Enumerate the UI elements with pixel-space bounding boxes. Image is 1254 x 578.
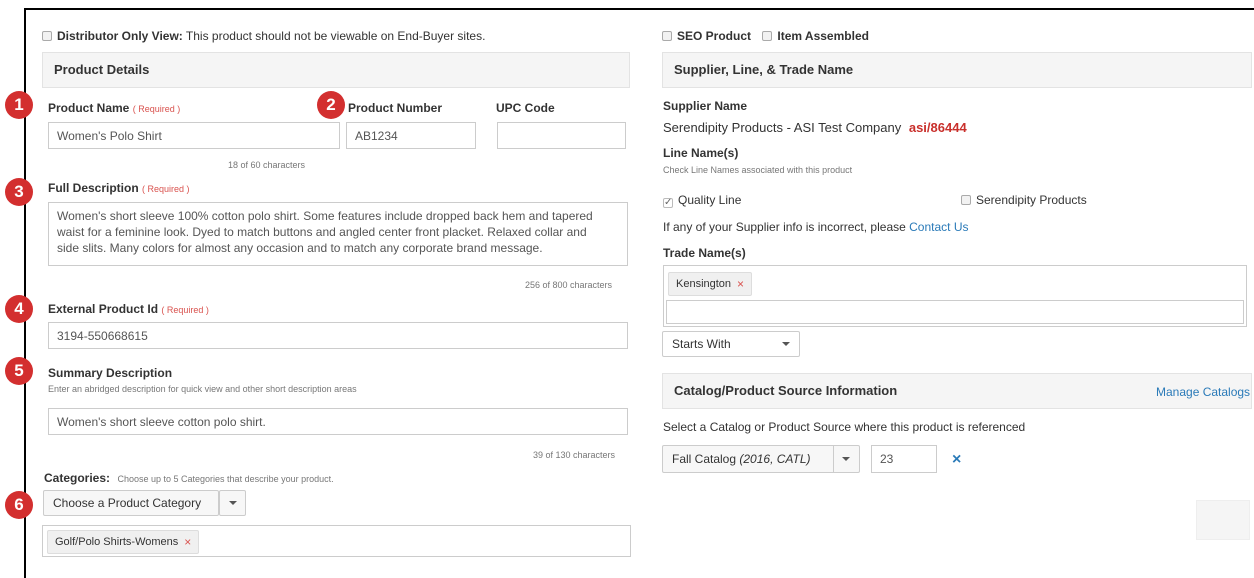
product-name-counter: 18 of 60 characters (228, 160, 306, 170)
product-details-header: Product Details (42, 52, 630, 88)
panel-corner-button[interactable] (1196, 500, 1250, 540)
choose-category-button[interactable]: Choose a Product Category (43, 490, 219, 516)
seo-row: SEO Product Item Assembled (662, 29, 869, 43)
incorrect-info-text: If any of your Supplier info is incorrec… (663, 220, 906, 234)
distributor-only-checkbox[interactable] (42, 31, 52, 41)
required-marker: ( Required ) (132, 104, 181, 114)
supplier-name-row: Serendipity Products - ASI Test Company … (663, 120, 967, 135)
catalog-select[interactable]: Fall Catalog (2016, CATL) (662, 445, 860, 473)
step-badge-2: 2 (317, 91, 345, 119)
line-names-label: Line Name(s) (663, 146, 739, 160)
upc-code-label: UPC Code (496, 101, 555, 115)
supplier-name-label: Supplier Name (663, 99, 748, 113)
category-tag: Golf/Polo Shirts-Womens × (47, 530, 200, 554)
full-description-line: waist for a feminine look. Dyed to match… (57, 225, 587, 239)
quality-line-label: Quality Line (678, 193, 742, 207)
product-name-input[interactable]: Women's Polo Shirt (48, 122, 340, 149)
step-badge-1: 1 (5, 91, 33, 119)
choose-category-dropdown-toggle[interactable] (219, 490, 246, 516)
item-assembled-label: Item Assembled (777, 29, 869, 43)
product-name-label: Product Name ( Required ) (48, 101, 180, 115)
incorrect-info-row: If any of your Supplier info is incorrec… (663, 220, 969, 234)
categories-hint: Choose up to 5 Categories that describe … (117, 474, 334, 484)
full-description-counter: 256 of 800 characters (525, 280, 613, 290)
external-product-id-label: External Product Id ( Required ) (48, 302, 209, 316)
distributor-only-label: Distributor Only View: (57, 29, 183, 43)
external-product-id-input[interactable]: 3194-550668615 (48, 322, 628, 349)
supplier-name: Serendipity Products - ASI Test Company (663, 120, 902, 135)
categories-label: Categories: (44, 471, 111, 485)
categories-label-row: Categories: Choose up to 5 Categories th… (44, 469, 334, 487)
line-names-hint: Check Line Names associated with this pr… (663, 165, 853, 175)
summary-description-label: Summary Description (48, 366, 173, 380)
categories-tag-box[interactable]: Golf/Polo Shirts-Womens × (42, 525, 631, 557)
seo-product-checkbox[interactable] (662, 31, 672, 41)
catalog-hint: Select a Catalog or Product Source where… (663, 420, 1026, 434)
product-number-label: Product Number (348, 101, 443, 115)
catalog-header-title: Catalog/Product Source Information (674, 383, 898, 398)
step-badge-6: 6 (5, 491, 33, 519)
line-quality-row[interactable]: ✓ Quality Line (663, 193, 741, 208)
full-description-label: Full Description ( Required ) (48, 181, 190, 195)
product-number-input[interactable]: AB1234 (346, 122, 476, 149)
required-marker: ( Required ) (142, 184, 190, 194)
chevron-down-icon (228, 501, 237, 505)
full-description-textarea[interactable]: Women's short sleeve 100% cotton polo sh… (48, 202, 628, 266)
trade-names-label: Trade Name(s) (663, 246, 746, 260)
chevron-down-icon (842, 457, 850, 461)
asi-number: asi/86444 (908, 120, 967, 135)
line-serendipity-row[interactable]: Serendipity Products (961, 193, 1087, 207)
summary-description-counter: 39 of 130 characters (533, 450, 616, 460)
seo-product-label: SEO Product (677, 29, 752, 43)
catalog-page-input[interactable]: 23 (871, 445, 937, 473)
full-description-line: Women's short sleeve 100% cotton polo sh… (57, 209, 593, 223)
contact-us-link[interactable]: Contact Us (909, 220, 968, 234)
remove-tag-icon[interactable]: × (737, 277, 744, 291)
supplier-header: Supplier, Line, & Trade Name (662, 52, 1252, 88)
required-marker: ( Required ) (161, 305, 209, 315)
remove-tag-icon[interactable]: × (184, 535, 191, 549)
product-name-label-text: Product Name (48, 101, 130, 115)
chevron-down-icon (782, 342, 790, 346)
full-description-label-text: Full Description (48, 181, 139, 195)
item-assembled-checkbox[interactable] (762, 31, 773, 41)
step-badge-4: 4 (5, 295, 33, 323)
distributor-only-row[interactable]: Distributor Only View: This product shou… (42, 29, 485, 43)
full-description-line: side slits. Many colors for almost any o… (57, 241, 543, 255)
manage-catalogs-link[interactable]: Manage Catalogs (1156, 385, 1250, 399)
starts-with-select[interactable]: Starts With (662, 331, 800, 357)
catalog-detail: (2016, CATL) (739, 452, 811, 466)
step-badge-3: 3 (5, 178, 33, 206)
trade-name-tag-label: Kensington (676, 278, 732, 290)
trade-name-input[interactable] (666, 300, 1244, 324)
category-tag-label: Golf/Polo Shirts-Womens (55, 536, 179, 548)
trade-names-box[interactable]: Kensington × (663, 265, 1247, 327)
trade-name-tag: Kensington × (668, 272, 753, 296)
summary-description-hint: Enter an abridged description for quick … (48, 384, 357, 394)
quality-line-checkbox[interactable]: ✓ (663, 198, 673, 208)
catalog-select-value: Fall Catalog (2016, CATL) (672, 452, 811, 466)
serendipity-line-label: Serendipity Products (976, 193, 1087, 207)
catalog-select-toggle[interactable] (833, 446, 850, 472)
step-badge-5: 5 (5, 357, 33, 385)
external-product-id-label-text: External Product Id (48, 302, 159, 316)
catalog-name: Fall Catalog (672, 452, 737, 466)
starts-with-value: Starts With (672, 337, 731, 351)
distributor-only-text: This product should not be viewable on E… (185, 29, 486, 43)
summary-description-input[interactable]: Women's short sleeve cotton polo shirt. (48, 408, 628, 435)
remove-catalog-icon[interactable]: × (952, 451, 961, 469)
upc-code-input[interactable] (497, 122, 626, 149)
serendipity-line-checkbox[interactable] (961, 195, 971, 205)
